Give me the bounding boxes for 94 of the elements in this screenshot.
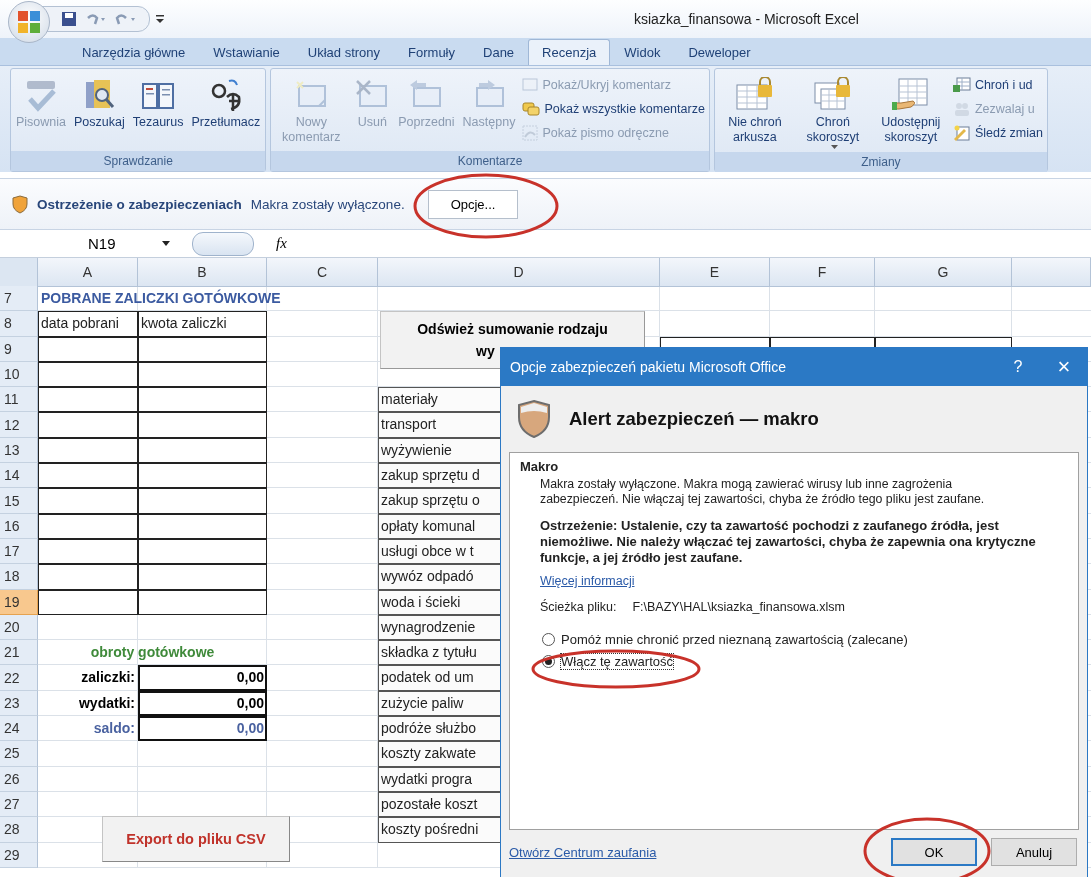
comments-icon <box>522 101 541 117</box>
column-header[interactable]: E <box>660 258 770 287</box>
group-title: Komentarze <box>271 151 709 171</box>
ribbon-tab[interactable]: Formuły <box>394 39 469 65</box>
row-header[interactable]: 15 <box>0 488 38 514</box>
security-warning-title: Ostrzeżenie o zabezpieczeniach <box>37 196 242 212</box>
close-button[interactable]: × <box>1041 354 1087 380</box>
ribbon-tab[interactable]: Recenzja <box>528 39 611 65</box>
ribbon-tab[interactable]: Deweloper <box>674 39 765 65</box>
row-header[interactable]: 14 <box>0 463 38 489</box>
users-icon <box>952 101 971 117</box>
table-cell-text: zaliczki: <box>80 668 136 688</box>
expand-handle[interactable] <box>192 231 254 256</box>
comment-icon <box>522 77 539 93</box>
ribbon-button[interactable]: Tezaurus <box>129 73 187 132</box>
table-cell: 0,00 <box>138 716 267 742</box>
row-header[interactable]: 21 <box>0 640 38 666</box>
ink-icon <box>522 125 539 141</box>
path-label: Ścieżka pliku: <box>540 600 617 615</box>
row-header[interactable]: 28 <box>0 817 38 843</box>
row-header[interactable]: 17 <box>0 538 38 565</box>
ribbon-tab[interactable]: Układ strony <box>293 39 395 65</box>
insert-function-button[interactable]: fx <box>266 235 297 252</box>
row-header[interactable]: 16 <box>0 513 38 539</box>
row-header[interactable]: 11 <box>0 387 38 413</box>
table-cell-text: obroty gotówkowe <box>89 643 216 663</box>
caret-icon <box>162 241 170 246</box>
ribbon-button[interactable]: Śledź zmian <box>950 123 1045 143</box>
office-button[interactable] <box>8 1 50 43</box>
dialog-button[interactable]: Anuluj <box>991 838 1077 866</box>
table-cell-text: wydatki: <box>78 693 136 713</box>
dialog-button[interactable]: OK <box>891 838 977 866</box>
table-cell: 0,00 <box>138 665 267 691</box>
row-header[interactable]: 12 <box>0 412 38 438</box>
table-cell: data pobrani <box>38 311 138 337</box>
ribbon-tab[interactable]: Dane <box>469 39 529 65</box>
column-header[interactable]: D <box>378 258 660 287</box>
workbook-lock-icon <box>812 77 853 113</box>
row-header[interactable]: 7 <box>0 286 38 312</box>
ribbon-tab[interactable]: Narzędzia główne <box>68 39 200 65</box>
table-cell-text: saldo: <box>92 719 136 739</box>
row-header[interactable]: 20 <box>0 614 38 641</box>
options-button[interactable]: Opcje... <box>427 189 519 219</box>
ribbon-tab[interactable]: Wstawianie <box>199 39 294 65</box>
row-header[interactable]: 22 <box>0 665 38 691</box>
ribbon-button[interactable]: Nie chroń arkusza <box>716 73 793 147</box>
group-title: Zmiany <box>714 152 1047 172</box>
save-icon[interactable] <box>61 11 77 27</box>
ribbon-button[interactable]: Udostępnij skoroszyt <box>872 73 949 147</box>
row-header[interactable]: 13 <box>0 437 38 464</box>
share-workbook-icon <box>890 77 931 113</box>
customize-icon[interactable] <box>156 14 164 24</box>
sheet-lock-icon <box>734 77 775 113</box>
protect-share-icon <box>952 77 971 93</box>
group-title: Sprawdzanie <box>11 151 266 171</box>
row-header[interactable]: 25 <box>0 741 38 767</box>
table-cell-text: POBRANE ZALICZKI GOTÓWKOWE <box>40 288 282 308</box>
ribbon-button[interactable]: Chroń i ud <box>950 75 1045 95</box>
undo-icon[interactable] <box>85 12 107 26</box>
ribbon-button[interactable]: Przetłumacz <box>188 73 264 132</box>
column-header[interactable]: G <box>875 258 1012 287</box>
table-cell: 0,00 <box>138 690 267 717</box>
security-warning-message: Makra zostały wyłączone. <box>250 196 405 212</box>
help-button[interactable]: ? <box>995 358 1041 376</box>
ribbon-tab[interactable]: Widok <box>610 39 675 65</box>
column-header[interactable]: A <box>38 258 138 287</box>
row-header[interactable]: 18 <box>0 564 38 590</box>
column-header[interactable]: C <box>267 258 378 287</box>
ribbon-button[interactable]: Poszukaj <box>71 73 128 132</box>
redo-icon[interactable] <box>115 12 137 26</box>
track-changes-icon <box>952 125 971 141</box>
caret-icon <box>830 145 838 150</box>
export-button[interactable]: Export do pliku CSV <box>102 816 290 862</box>
office-logo-icon <box>16 9 42 35</box>
more-info-link[interactable]: Więcej informacji <box>540 574 635 589</box>
row-header[interactable]: 29 <box>0 842 38 868</box>
row-header[interactable]: 27 <box>0 791 38 818</box>
column-header[interactable]: B <box>138 258 267 287</box>
row-header[interactable]: 9 <box>0 336 38 362</box>
ribbon-button[interactable]: Pokaż wszystkie komentarze <box>520 99 707 119</box>
trust-center-link[interactable]: Otwórz Centrum zaufania <box>509 844 877 860</box>
window-title: ksiazka_finansowa - Microsoft Excel <box>634 11 859 27</box>
shield-icon <box>517 399 551 439</box>
table-cell: kwota zaliczki <box>138 311 267 337</box>
row-header[interactable]: 19 <box>0 589 38 615</box>
row-header[interactable]: 8 <box>0 311 38 337</box>
ribbon-button[interactable]: Chroń skoroszyt <box>794 73 871 152</box>
row-header[interactable]: 23 <box>0 690 38 717</box>
shield-icon <box>12 194 28 214</box>
row-header[interactable]: 24 <box>0 716 38 742</box>
row-header[interactable]: 10 <box>0 361 38 388</box>
radio-button[interactable] <box>542 633 555 647</box>
column-header[interactable]: F <box>770 258 875 287</box>
row-header[interactable]: 26 <box>0 766 38 792</box>
